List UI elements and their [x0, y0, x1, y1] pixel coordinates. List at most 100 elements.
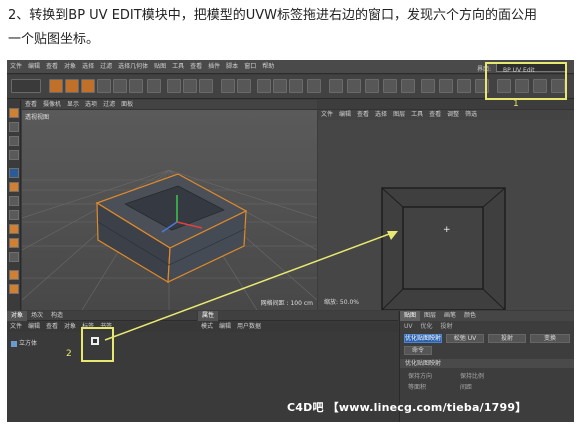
- x-axis-icon[interactable]: [97, 79, 111, 93]
- command-button[interactable]: 命令: [404, 346, 432, 355]
- zoom-icon[interactable]: [9, 252, 19, 262]
- attributes-menu-item[interactable]: 模式: [198, 322, 216, 332]
- option-stretch-to-fit[interactable]: 保持比例: [460, 371, 484, 380]
- menu-item[interactable]: 查看: [187, 60, 205, 74]
- magnet-icon[interactable]: [9, 270, 19, 280]
- viewport-menu-item[interactable]: 选项: [82, 100, 100, 110]
- uv-sub-tab[interactable]: UV: [400, 322, 417, 331]
- coordinate-icon[interactable]: [147, 79, 161, 93]
- star-icon[interactable]: [9, 284, 19, 294]
- object-row-cube[interactable]: 立方体: [11, 338, 37, 347]
- uv-menu-item[interactable]: 查看: [426, 110, 444, 120]
- menu-item[interactable]: 编辑: [25, 60, 43, 74]
- tab-brush[interactable]: 画笔: [440, 311, 460, 321]
- eraser-icon[interactable]: [9, 196, 19, 206]
- uv-tool-8-icon[interactable]: [457, 79, 471, 93]
- menu-item[interactable]: 选择: [79, 60, 97, 74]
- optimal-mapping-button[interactable]: 优化贴图映射: [404, 334, 442, 343]
- uv-viewport[interactable]: 文件 编辑 查看 选择 图层 工具 查看 调整 筛选 + 缩放: 50.0%: [318, 100, 574, 310]
- menu-item[interactable]: 贴图: [151, 60, 169, 74]
- uv-tool-7-icon[interactable]: [439, 79, 453, 93]
- menu-item[interactable]: 工具: [169, 60, 187, 74]
- uv-tool-6-icon[interactable]: [421, 79, 435, 93]
- viewport-menu-item[interactable]: 面板: [118, 100, 136, 110]
- uv-sub-tabs: UV 优化 投射: [400, 322, 574, 331]
- perspective-viewport[interactable]: 查看 摄像机 显示 选项 过滤 面板 透视视图 网格间距: 100 cm: [22, 100, 317, 310]
- uv-menu-item[interactable]: 图层: [390, 110, 408, 120]
- objects-menu-item[interactable]: 编辑: [25, 322, 43, 332]
- pen-icon[interactable]: [237, 79, 251, 93]
- menu-item[interactable]: 过滤: [97, 60, 115, 74]
- tab-objects[interactable]: 对象: [7, 311, 28, 321]
- y-axis-icon[interactable]: [113, 79, 127, 93]
- menu-item[interactable]: 插件: [205, 60, 223, 74]
- uv-menu-item[interactable]: 工具: [408, 110, 426, 120]
- fill-icon[interactable]: [9, 182, 19, 192]
- uv-menu-item[interactable]: 查看: [354, 110, 372, 120]
- viewport-menu-item[interactable]: 查看: [22, 100, 40, 110]
- render-icon[interactable]: [167, 79, 181, 93]
- viewport-menu-item[interactable]: 显示: [64, 100, 82, 110]
- uv-tool-4-icon[interactable]: [383, 79, 397, 93]
- tab-color[interactable]: 颜色: [460, 311, 480, 321]
- tab-texture[interactable]: 贴图: [400, 311, 421, 321]
- menu-item[interactable]: 查看: [43, 60, 61, 74]
- blur-icon[interactable]: [9, 238, 19, 248]
- objects-menu-item[interactable]: 查看: [43, 322, 61, 332]
- tab-takes[interactable]: 场次: [27, 311, 47, 321]
- light-icon[interactable]: [307, 79, 321, 93]
- menu-item[interactable]: 脚本: [223, 60, 241, 74]
- tab-layers[interactable]: 图层: [420, 311, 440, 321]
- option-preserve-orientation[interactable]: 保持方向: [408, 371, 432, 380]
- uv-menu-item[interactable]: 编辑: [336, 110, 354, 120]
- scale-tool-icon[interactable]: [65, 79, 79, 93]
- uv-tool-5-icon[interactable]: [401, 79, 415, 93]
- gradient-icon[interactable]: [9, 210, 19, 220]
- nurbs-icon[interactable]: [257, 79, 271, 93]
- viewport-menu-item[interactable]: 过滤: [100, 100, 118, 110]
- cube-icon[interactable]: [221, 79, 235, 93]
- uv-sub-tab[interactable]: 优化: [417, 322, 437, 331]
- render-settings-icon[interactable]: [199, 79, 213, 93]
- menu-item[interactable]: 帮助: [259, 60, 277, 74]
- attributes-menu-item[interactable]: 用户数据: [234, 322, 264, 332]
- rotate-tool-icon[interactable]: [81, 79, 95, 93]
- uv-menu-item[interactable]: 文件: [318, 110, 336, 120]
- make-editable-icon[interactable]: [9, 108, 19, 118]
- attributes-menu-item[interactable]: 编辑: [216, 322, 234, 332]
- menu-item[interactable]: 选择几何体: [115, 60, 151, 74]
- uv-tool-3-icon[interactable]: [365, 79, 379, 93]
- menu-item[interactable]: 对象: [61, 60, 79, 74]
- uv-tool-2-icon[interactable]: [347, 79, 361, 93]
- option-equalize-area[interactable]: 等面积: [408, 382, 426, 391]
- objects-menu-item[interactable]: 文件: [7, 322, 25, 332]
- uv-menu-item[interactable]: 调整: [444, 110, 462, 120]
- uv-menu-item[interactable]: 筛选: [462, 110, 480, 120]
- smudge-icon[interactable]: [9, 224, 19, 234]
- objects-menu-item[interactable]: 对象: [61, 322, 79, 332]
- projection-button[interactable]: 投射: [488, 334, 526, 343]
- paint-brush-icon[interactable]: [9, 168, 19, 178]
- render-view-icon[interactable]: [183, 79, 197, 93]
- uv-tool-1-icon[interactable]: [329, 79, 343, 93]
- tab-attributes[interactable]: 属性: [198, 311, 219, 321]
- menu-item[interactable]: 文件: [7, 60, 25, 74]
- deformer-icon[interactable]: [273, 79, 287, 93]
- undo-icon[interactable]: [11, 79, 41, 93]
- uv-points-icon[interactable]: [9, 150, 19, 160]
- uv-menu-item[interactable]: 选择: [372, 110, 390, 120]
- uv-viewport-menu: 文件 编辑 查看 选择 图层 工具 查看 调整 筛选: [318, 110, 574, 120]
- tab-structure[interactable]: 构造: [47, 311, 67, 321]
- option-spacing[interactable]: 间距: [460, 382, 472, 391]
- z-axis-icon[interactable]: [129, 79, 143, 93]
- uv-sub-tab[interactable]: 投射: [437, 322, 457, 331]
- camera-icon[interactable]: [289, 79, 303, 93]
- move-tool-icon[interactable]: [49, 79, 63, 93]
- left-toolbar: [7, 100, 21, 310]
- texture-mode-icon[interactable]: [9, 122, 19, 132]
- viewport-menu-item[interactable]: 摄像机: [40, 100, 64, 110]
- menu-item[interactable]: 窗口: [241, 60, 259, 74]
- transform-button[interactable]: 变换: [530, 334, 570, 343]
- relax-uv-button[interactable]: 松弛 UV: [446, 334, 484, 343]
- object-mode-icon[interactable]: [9, 136, 19, 146]
